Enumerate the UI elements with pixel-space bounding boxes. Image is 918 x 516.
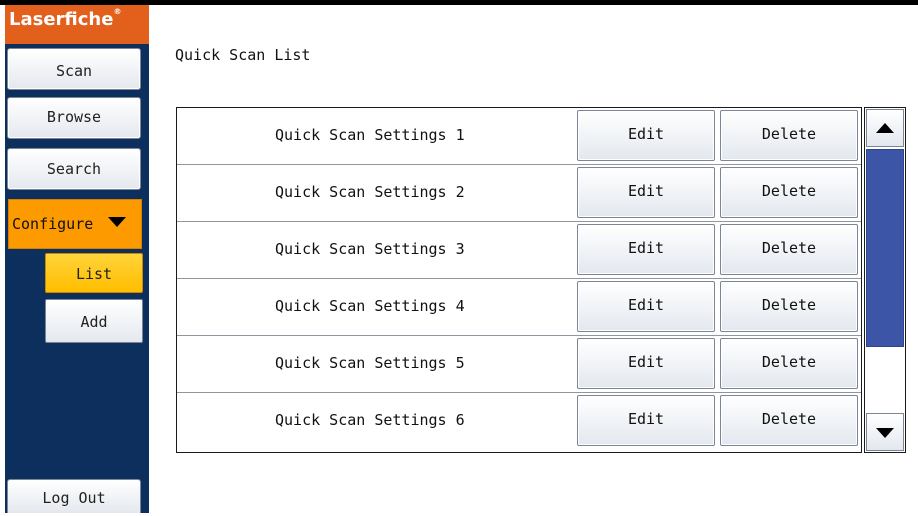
edit-button[interactable]: Edit	[577, 167, 715, 218]
logo-text: Laserfiche	[9, 9, 114, 30]
configure-menu-button[interactable]: Configure	[8, 199, 142, 249]
list-button-label: List	[75, 265, 113, 283]
search-button-label: Search	[46, 160, 102, 178]
setting-name: Quick Scan Settings 6	[275, 411, 465, 429]
list-row: Quick Scan Settings 2 Edit Delete	[177, 165, 861, 222]
list-row: Quick Scan Settings 1 Edit Delete	[177, 108, 861, 165]
setting-name: Quick Scan Settings 4	[275, 297, 465, 315]
delete-button[interactable]: Delete	[720, 281, 858, 332]
logo-registered-mark: ®	[113, 7, 122, 16]
laserfiche-logo: Laserfiche®	[5, 5, 149, 44]
caret-down-icon	[108, 199, 127, 247]
add-button[interactable]: Add	[45, 299, 143, 343]
delete-button[interactable]: Delete	[720, 110, 858, 161]
edit-button[interactable]: Edit	[577, 281, 715, 332]
configure-label: Configure	[12, 215, 94, 233]
scroll-down-arrow-icon	[867, 428, 903, 454]
list-row: Quick Scan Settings 5 Edit Delete	[177, 336, 861, 393]
sidebar: Laserfiche® Scan Browse Search Configure…	[5, 5, 149, 513]
list-row: Quick Scan Settings 6 Edit Delete	[177, 393, 861, 450]
edit-button[interactable]: Edit	[577, 224, 715, 275]
scan-button[interactable]: Scan	[7, 48, 141, 90]
add-button-label: Add	[80, 313, 108, 331]
list-row: Quick Scan Settings 4 Edit Delete	[177, 279, 861, 336]
browse-button[interactable]: Browse	[7, 97, 141, 139]
scroll-up-button[interactable]	[866, 109, 904, 147]
scroll-down-button[interactable]	[866, 413, 904, 451]
quick-scan-list: Quick Scan Settings 1 Edit Delete Quick …	[176, 107, 862, 453]
list-button[interactable]: List	[45, 253, 143, 293]
setting-name: Quick Scan Settings 2	[275, 183, 465, 201]
search-button[interactable]: Search	[7, 148, 141, 190]
setting-name: Quick Scan Settings 5	[275, 354, 465, 372]
page-title: Quick Scan List	[175, 46, 311, 64]
list-scrollbar[interactable]	[864, 107, 906, 453]
scan-button-label: Scan	[55, 62, 93, 80]
log-out-button[interactable]: Log Out	[7, 479, 141, 513]
delete-button[interactable]: Delete	[720, 338, 858, 389]
setting-name: Quick Scan Settings 1	[275, 126, 465, 144]
scroll-thumb[interactable]	[866, 149, 904, 347]
log-out-label: Log Out	[42, 489, 106, 507]
browse-button-label: Browse	[46, 108, 102, 126]
edit-button[interactable]: Edit	[577, 395, 715, 446]
setting-name: Quick Scan Settings 3	[275, 240, 465, 258]
edit-button[interactable]: Edit	[577, 338, 715, 389]
list-row: Quick Scan Settings 3 Edit Delete	[177, 222, 861, 279]
delete-button[interactable]: Delete	[720, 167, 858, 218]
delete-button[interactable]: Delete	[720, 224, 858, 275]
edit-button[interactable]: Edit	[577, 110, 715, 161]
delete-button[interactable]: Delete	[720, 395, 858, 446]
